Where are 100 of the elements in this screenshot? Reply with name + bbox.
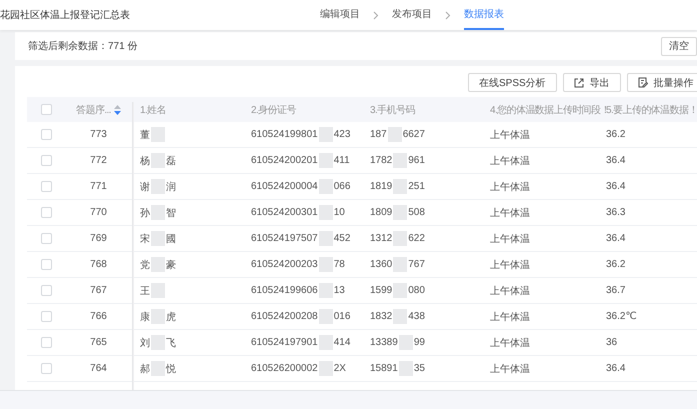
masked-text: 飞 — [166, 336, 176, 350]
table-cell-text: 36.3 — [606, 207, 626, 218]
table-cell-text: 36.2℃ — [606, 311, 638, 322]
masked-text: 豪 — [166, 258, 176, 272]
masked-text: 1809 — [370, 207, 392, 218]
masked-text: 13389 — [370, 337, 398, 348]
step-tab[interactable]: 数据报表 — [464, 0, 504, 30]
masked-text: 孙 — [140, 206, 150, 220]
clear-button[interactable]: 清空 — [661, 36, 697, 56]
table-cell-text: 36.4 — [606, 233, 626, 244]
masked-text: 610524197507 — [251, 233, 318, 244]
masked-text: 15891 — [370, 363, 398, 374]
table-cell-text: 36.2 — [606, 129, 626, 140]
table-cell-text: 772 — [89, 155, 108, 166]
row-checkbox[interactable] — [40, 363, 52, 374]
masked-text: 1782 — [370, 155, 392, 166]
masked-text: 610526200002 — [251, 363, 318, 374]
masked-text: 宋 — [140, 232, 150, 246]
table-cell-text: 766 — [89, 311, 108, 322]
table-cell-text: 上午体温 — [490, 362, 531, 376]
masked-text: 王 — [140, 284, 150, 298]
masked-text: 智 — [166, 206, 176, 220]
masked-text: 066 — [334, 181, 350, 192]
row-checkbox[interactable] — [40, 233, 52, 244]
masked-text: 508 — [408, 207, 425, 218]
masked-text: 610524200208 — [251, 311, 318, 322]
masked-text: 6627 — [402, 129, 425, 140]
row-checkbox[interactable] — [40, 285, 52, 296]
column-header[interactable]: 1.姓名 — [140, 102, 166, 116]
masked-text: 016 — [334, 311, 350, 322]
masked-text: 磊 — [166, 154, 176, 168]
toolbar-button[interactable]: 批量操作 — [626, 73, 697, 92]
masked-text: 35 — [414, 363, 425, 374]
step-tab[interactable]: 发布项目 — [392, 0, 432, 30]
page-title: 花园社区体温上报登记汇总表 — [0, 8, 131, 22]
chevron-icon — [373, 10, 379, 20]
table-cell-text: 767 — [89, 285, 108, 296]
masked-text: 610524199606 — [251, 285, 318, 296]
masked-text: 610524200004 — [251, 181, 318, 192]
table-cell-text: 上午体温 — [490, 180, 531, 194]
masked-text: 郝 — [140, 362, 150, 376]
masked-text: 1360 — [370, 259, 392, 270]
toolbar-button[interactable]: 导出 — [562, 73, 621, 92]
masked-text: 1312 — [370, 233, 392, 244]
masked-text: 610524199801 — [251, 129, 318, 140]
table-cell-text: 上午体温 — [490, 258, 531, 272]
row-checkbox[interactable] — [40, 207, 52, 218]
table-cell-text: 764 — [89, 363, 108, 374]
masked-text: 杨 — [140, 154, 150, 168]
row-checkbox[interactable] — [40, 259, 52, 270]
masked-text: 452 — [334, 233, 350, 244]
table-cell-text: 770 — [89, 207, 108, 218]
masked-text: 10 — [334, 207, 345, 218]
table-cell-text: 上午体温 — [490, 128, 531, 142]
step-tab[interactable]: 编辑项目 — [320, 0, 360, 30]
masked-text: 251 — [408, 181, 425, 192]
sort-icon[interactable] — [114, 104, 121, 114]
masked-text: 767 — [408, 259, 425, 270]
masked-text: 虎 — [166, 310, 176, 324]
masked-text: 悦 — [166, 362, 176, 376]
row-checkbox[interactable] — [40, 311, 52, 322]
select-all-checkbox[interactable] — [40, 104, 52, 115]
table-cell-text: 上午体温 — [490, 206, 531, 220]
table-cell-text: 上午体温 — [490, 154, 531, 168]
masked-text: 润 — [166, 180, 176, 194]
column-header[interactable]: 2.身份证号 — [251, 102, 296, 116]
table-cell-text: 上午体温 — [490, 336, 531, 350]
table-cell-text: 765 — [89, 337, 108, 348]
table-cell-text: 36.7 — [606, 285, 626, 296]
masked-text: 党 — [140, 258, 150, 272]
masked-text: 414 — [334, 337, 350, 348]
masked-text: 961 — [408, 155, 425, 166]
masked-text: 610524197901 — [251, 337, 318, 348]
row-checkbox[interactable] — [40, 181, 52, 192]
row-checkbox[interactable] — [40, 337, 52, 348]
toolbar-button[interactable]: 在线SPSS分析 — [468, 73, 557, 92]
masked-text: 13 — [334, 285, 345, 296]
masked-text: 622 — [408, 233, 425, 244]
table-cell-text: 36.4 — [606, 363, 626, 374]
table-cell-text: 768 — [89, 259, 108, 270]
table-cell-text: 36.2 — [606, 259, 626, 270]
chevron-icon — [445, 10, 451, 20]
column-header[interactable]: 答题序... — [76, 102, 111, 116]
masked-text: 1819 — [370, 181, 392, 192]
masked-text: 423 — [334, 129, 350, 140]
masked-text: 國 — [166, 232, 176, 246]
masked-text: 谢 — [140, 180, 150, 194]
table-cell-text: 上午体温 — [490, 310, 531, 324]
table-cell-text: 771 — [89, 181, 108, 192]
column-header[interactable]: 3.手机号码 — [370, 102, 415, 116]
filter-summary: 筛选后剩余数据：771 份 — [28, 40, 138, 53]
masked-text: 78 — [334, 259, 345, 270]
row-checkbox[interactable] — [40, 129, 52, 140]
row-checkbox[interactable] — [40, 155, 52, 166]
table-cell-text: 36.4 — [606, 181, 626, 192]
column-header[interactable]: 5.要上传的体温数据！ — [606, 102, 697, 116]
masked-text: 080 — [408, 285, 425, 296]
table-cell-text: 36.4 — [606, 155, 626, 166]
masked-text: 411 — [334, 155, 350, 166]
masked-text: 1832 — [370, 311, 392, 322]
